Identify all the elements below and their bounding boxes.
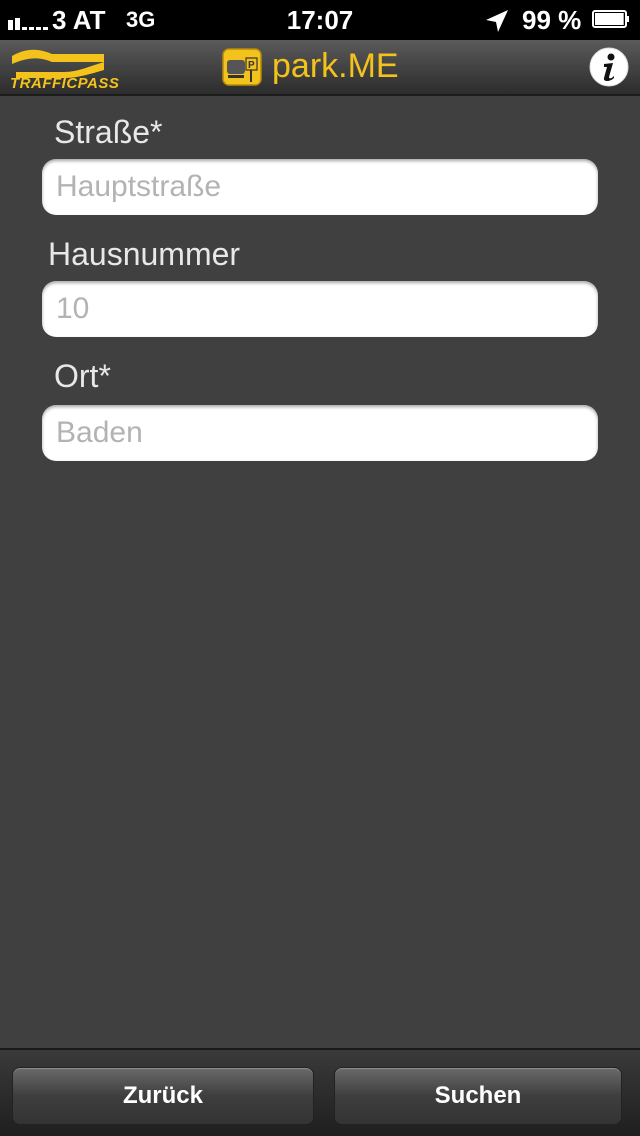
battery-percent: 99 % <box>522 5 582 35</box>
info-icon[interactable] <box>588 46 630 88</box>
status-bar: 3 AT 3G 17:07 99 % <box>0 0 640 40</box>
parkme-app-icon: P <box>222 48 262 86</box>
location-arrow-icon <box>486 10 508 32</box>
house-number-input[interactable] <box>42 281 598 337</box>
city-label: Ort* <box>54 358 111 394</box>
battery-icon <box>592 10 629 28</box>
search-button[interactable]: Suchen <box>334 1067 622 1125</box>
street-label: Straße* <box>54 114 163 150</box>
city-input[interactable] <box>42 405 598 461</box>
app-screen: 3 AT 3G 17:07 99 % TRAFFICPASS P park.ME… <box>0 0 640 1136</box>
header-bar: TRAFFICPASS P park.ME <box>0 40 640 96</box>
bottom-toolbar: Zurück Suchen <box>0 1048 640 1136</box>
house-number-label: Hausnummer <box>48 236 241 272</box>
trafficpass-logo-text: TRAFFICPASS <box>10 75 120 92</box>
svg-text:P: P <box>248 60 255 71</box>
app-title: park.ME <box>272 47 399 85</box>
street-input[interactable] <box>42 159 598 215</box>
back-button[interactable]: Zurück <box>12 1067 314 1125</box>
